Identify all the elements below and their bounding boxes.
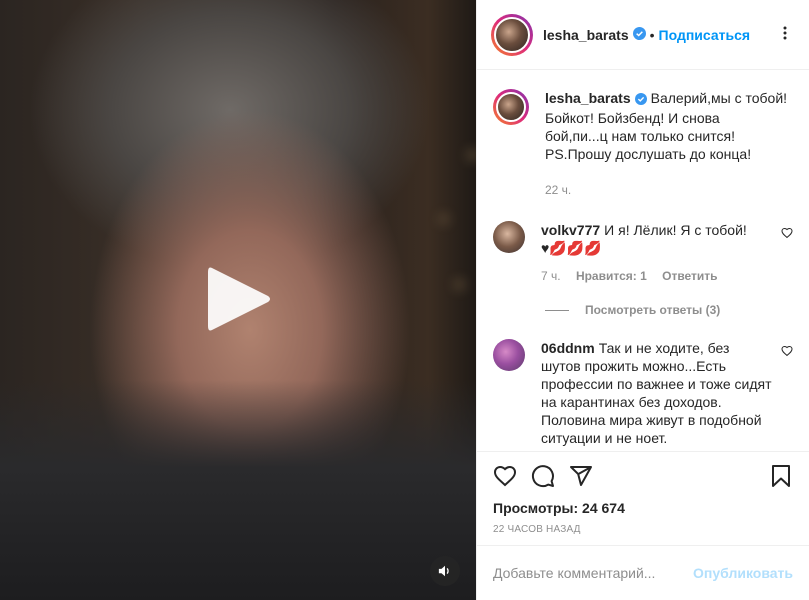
caption-author-avatar[interactable] [493,89,529,125]
view-replies-button[interactable]: Посмотреть ответы (3) [545,303,793,317]
like-heart-icon[interactable] [493,464,517,488]
verified-badge-icon [634,91,647,109]
bookmark-icon[interactable] [769,464,793,488]
view-replies-label: Посмотреть ответы (3) [585,303,721,317]
commenter-avatar[interactable] [493,339,525,371]
comment-likes[interactable]: Нравится: 1 [576,269,647,283]
publish-button[interactable]: Опубликовать [693,565,793,581]
post-caption: lesha_barats Валерий,мы с тобой! Бойкот! … [493,89,793,199]
background-light [440,215,448,223]
background-light [455,280,464,289]
caption-username[interactable]: lesha_barats [545,90,631,106]
background-light [468,150,476,160]
like-comment-heart-icon[interactable] [781,227,793,239]
commenter-username[interactable]: volkv777 [541,222,600,238]
play-icon [208,267,270,331]
caption-line: Валерий,мы с тобой! [650,90,788,106]
speaker-icon [438,565,449,577]
comment-bubble-icon[interactable] [531,464,555,488]
verified-badge-icon [632,26,646,43]
more-options-icon[interactable] [777,25,793,44]
comments-list[interactable]: lesha_barats Валерий,мы с тобой! Бойкот! … [477,71,809,451]
comment-input[interactable] [493,565,694,581]
author-username[interactable]: lesha_barats [543,27,629,43]
comment-item: 06ddnm Так и не ходите, без шутов прожить… [493,339,793,447]
post-header: lesha_barats • Подписаться [477,0,809,70]
comment-item: volkv777 И я! Лёлик! Я с тобой! ♥💋💋💋 7 ч.… [493,221,793,285]
mute-button[interactable] [430,556,460,586]
play-button[interactable] [206,264,272,334]
view-count[interactable]: Просмотры: 24 674 [493,500,793,516]
follow-button[interactable]: Подписаться [659,27,751,43]
author-avatar[interactable] [491,13,533,56]
post-actions: Просмотры: 24 674 22 часов назад [477,451,809,535]
separator-dot: • [649,26,655,43]
caption-line: PS.Прошу дослушать до конца! [545,146,752,162]
comment-composer: Опубликовать [477,545,809,600]
comment-age[interactable]: 7 ч. [541,269,561,283]
video-frame-shoulders [0,380,476,600]
like-comment-heart-icon[interactable] [781,345,793,357]
share-plane-icon[interactable] [569,464,593,488]
caption-line: Бойкот! Бойзбенд! И снова [545,110,720,126]
video-player[interactable] [0,0,476,600]
commenter-avatar[interactable] [493,221,525,253]
post-timestamp[interactable]: 22 часов назад [493,524,793,535]
comment-emoji: ♥💋💋💋 [541,240,602,256]
comment-text: И я! Лёлик! Я с тобой! [604,222,747,238]
reply-button[interactable]: Ответить [662,269,717,283]
commenter-username[interactable]: 06ddnm [541,340,595,356]
caption-age[interactable]: 22 ч. [545,183,571,197]
caption-line: бой,пи...ц нам только снится! [545,128,735,144]
post-sidebar: lesha_barats • Подписаться lesha_barats В… [476,0,809,600]
replies-divider [545,309,569,311]
